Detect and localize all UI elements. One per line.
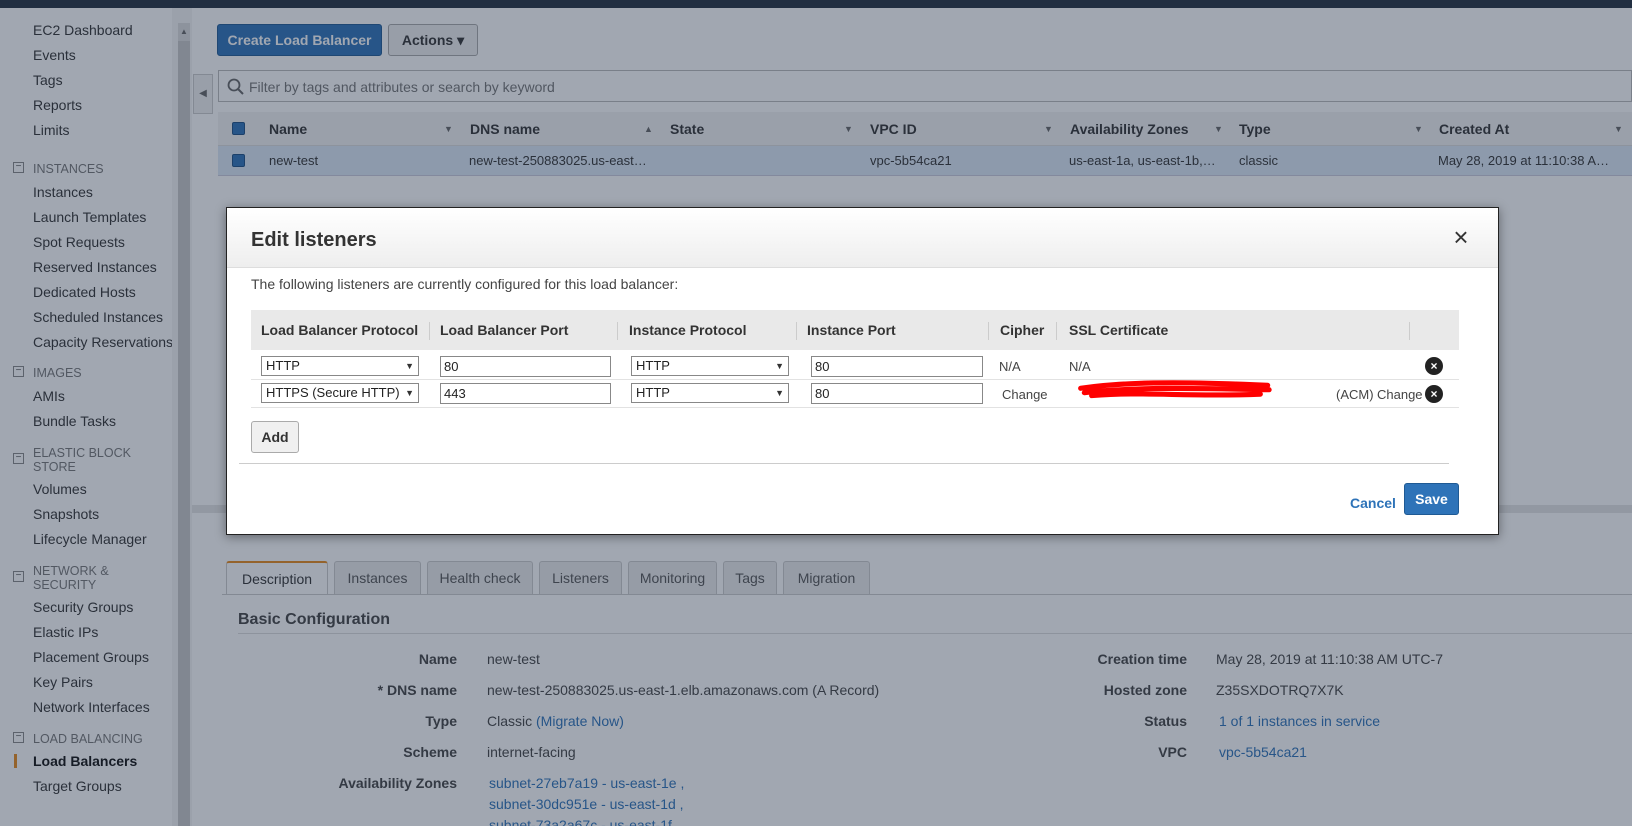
col-instance-protocol: Instance Protocol xyxy=(629,322,747,338)
instance-port-input[interactable]: 80 xyxy=(811,383,983,404)
column-separator xyxy=(1056,322,1057,340)
listener-row: HTTPS (Secure HTTP) ▼ 443 HTTP ▼ 80 Change… xyxy=(251,380,1459,408)
cipher-change-link[interactable]: Change xyxy=(1002,387,1048,402)
column-separator xyxy=(429,322,430,340)
listener-row: HTTP ▼ 80 HTTP ▼ 80 N/A N/A × xyxy=(251,352,1459,380)
ssl-certificate-suffix: (ACM) xyxy=(1336,387,1374,402)
instance-port-input[interactable]: 80 xyxy=(811,356,983,377)
remove-listener-icon[interactable]: × xyxy=(1425,357,1443,375)
column-separator xyxy=(617,322,618,340)
column-separator xyxy=(988,322,989,340)
listeners-table-header: Load Balancer Protocol Load Balancer Por… xyxy=(251,310,1459,350)
dialog-divider xyxy=(239,463,1449,464)
column-separator xyxy=(796,322,797,340)
lb-protocol-select[interactable]: HTTP ▼ xyxy=(261,356,419,376)
redaction-scribble xyxy=(1078,380,1272,399)
ssl-certificate-change-link[interactable]: Change xyxy=(1377,387,1423,402)
column-separator xyxy=(1409,322,1410,340)
instance-protocol-select[interactable]: HTTP ▼ xyxy=(631,383,789,403)
lb-port-input[interactable]: 443 xyxy=(440,383,611,404)
instance-protocol-select[interactable]: HTTP ▼ xyxy=(631,356,789,376)
col-ssl-certificate: SSL Certificate xyxy=(1069,322,1169,338)
add-listener-button[interactable]: Add xyxy=(251,421,299,453)
col-instance-port: Instance Port xyxy=(807,322,896,338)
chevron-down-icon: ▼ xyxy=(405,388,414,398)
cipher-value: N/A xyxy=(999,359,1021,374)
lb-protocol-select[interactable]: HTTPS (Secure HTTP) ▼ xyxy=(261,383,419,403)
dialog-title: Edit listeners xyxy=(251,229,377,251)
lb-port-input[interactable]: 80 xyxy=(440,356,611,377)
cancel-button[interactable]: Cancel xyxy=(1350,495,1396,511)
dialog-intro: The following listeners are currently co… xyxy=(251,276,679,292)
col-cipher: Cipher xyxy=(1000,322,1045,338)
chevron-down-icon: ▼ xyxy=(775,361,784,371)
chevron-down-icon: ▼ xyxy=(775,388,784,398)
col-lb-protocol: Load Balancer Protocol xyxy=(261,322,419,338)
close-icon[interactable]: × xyxy=(1449,224,1473,250)
col-lb-port: Load Balancer Port xyxy=(440,322,569,338)
remove-listener-icon[interactable]: × xyxy=(1425,385,1443,403)
edit-listeners-dialog: Edit listeners × The following listeners… xyxy=(226,207,1499,535)
dialog-header: Edit listeners × xyxy=(227,208,1498,268)
chevron-down-icon: ▼ xyxy=(405,361,414,371)
save-button[interactable]: Save xyxy=(1404,483,1459,515)
ssl-certificate-value: N/A xyxy=(1069,359,1091,374)
